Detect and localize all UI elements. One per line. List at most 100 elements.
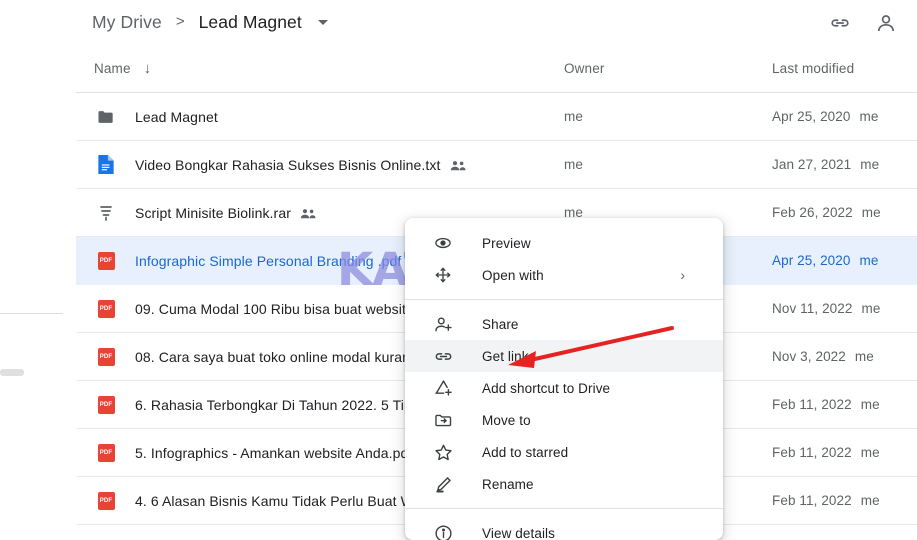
menu-item-label: Move to <box>482 412 531 428</box>
file-name-label: Video Bongkar Rahasia Sukses Bisnis Onli… <box>135 156 441 173</box>
cell-last-modified: Feb 11, 2022 me <box>772 493 917 508</box>
share-person-add-icon <box>432 313 454 335</box>
cell-owner: me <box>564 108 772 126</box>
pdf-icon: PDF <box>94 393 118 417</box>
breadcrumb-separator-icon: > <box>175 13 185 30</box>
breadcrumb-my-drive[interactable]: My Drive <box>85 9 169 36</box>
modified-group: Feb 11, 2022 me <box>772 445 917 460</box>
table-header-row: Name ↓ Owner Last modified <box>76 45 917 93</box>
column-label-modified: Last modified <box>772 60 855 76</box>
menu-item-rename[interactable]: Rename <box>405 468 723 500</box>
modified-date: Feb 11, 2022 <box>772 397 852 412</box>
modified-date: Feb 11, 2022 <box>772 445 852 460</box>
modified-group: Apr 25, 2020 me <box>772 109 917 124</box>
menu-item-label: Get link <box>482 348 529 364</box>
drive-file-list-screen: My Drive > Lead Magnet Name ↓ Owner Last… <box>0 0 917 540</box>
folder-icon <box>94 105 118 129</box>
menu-item-label: Add to starred <box>482 444 569 460</box>
menu-item-label: Preview <box>482 235 531 251</box>
column-label-name: Name <box>94 61 131 76</box>
header-bar: My Drive > Lead Magnet <box>0 0 917 45</box>
breadcrumb: My Drive > Lead Magnet <box>85 0 328 45</box>
menu-item-label: View details <box>482 525 555 540</box>
menu-separator <box>405 508 723 509</box>
sidebar-divider <box>0 313 63 314</box>
menu-item-move-to[interactable]: Move to <box>405 404 723 436</box>
cell-last-modified: Apr 25, 2020 me <box>772 253 917 268</box>
star-icon <box>432 441 454 463</box>
get-link-icon <box>432 345 454 367</box>
pdf-icon: PDF <box>94 345 118 369</box>
account-icon[interactable] <box>873 10 899 36</box>
column-header-modified[interactable]: Last modified <box>772 60 917 78</box>
menu-separator <box>405 299 723 300</box>
modified-date: Feb 26, 2022 <box>772 205 853 220</box>
modified-date: Feb 11, 2022 <box>772 493 852 508</box>
modified-group: Nov 11, 2022 me <box>772 301 917 316</box>
sidebar-scrollbar[interactable] <box>0 369 24 376</box>
modified-by: me <box>860 397 880 412</box>
preview-eye-icon <box>432 232 454 254</box>
modified-by: me <box>854 349 874 364</box>
link-icon[interactable] <box>827 10 853 36</box>
table-row[interactable]: Video Bongkar Rahasia Sukses Bisnis Onli… <box>76 141 917 189</box>
file-name-label: 08. Cara saya buat toko online modal kur… <box>135 348 430 365</box>
open-with-icon <box>432 264 454 286</box>
modified-by: me <box>861 205 881 220</box>
sort-descending-icon[interactable]: ↓ <box>144 61 152 76</box>
column-header-owner[interactable]: Owner <box>564 60 772 78</box>
file-name-label: Lead Magnet <box>135 108 218 125</box>
owner-label: me <box>564 156 583 172</box>
modified-date: Jan 27, 2021 <box>772 157 852 172</box>
left-rail-edge <box>0 0 1 540</box>
pdf-icon: PDF <box>94 249 118 273</box>
cell-last-modified: Jan 27, 2021 me <box>772 157 917 172</box>
file-name-label: Script Minisite Biolink.rar <box>135 204 291 221</box>
modified-group: Nov 3, 2022 me <box>772 349 917 364</box>
cell-last-modified: Feb 26, 2022 me <box>772 205 917 220</box>
modified-group: Apr 25, 2020 me <box>772 253 917 268</box>
modified-by: me <box>861 301 881 316</box>
modified-by: me <box>859 109 879 124</box>
chevron-down-icon[interactable] <box>317 20 328 25</box>
menu-item-add-shortcut-to-drive[interactable]: Add shortcut to Drive <box>405 372 723 404</box>
cell-name: Lead Magnet <box>76 105 564 129</box>
file-name-label: Infographic Simple Personal Branding .pd… <box>135 252 402 269</box>
menu-item-get-link[interactable]: Get link <box>405 340 723 372</box>
cell-last-modified: Nov 11, 2022 me <box>772 301 917 316</box>
modified-date: Apr 25, 2020 <box>772 253 851 268</box>
archive-icon <box>94 201 118 225</box>
cell-last-modified: Apr 25, 2020 me <box>772 109 917 124</box>
menu-item-share[interactable]: Share <box>405 308 723 340</box>
modified-group: Jan 27, 2021 me <box>772 157 917 172</box>
cell-last-modified: Feb 11, 2022 me <box>772 445 917 460</box>
cell-owner: me <box>564 156 772 174</box>
modified-group: Feb 11, 2022 me <box>772 493 917 508</box>
view-details-info-icon <box>432 522 454 540</box>
column-header-name[interactable]: Name ↓ <box>76 61 564 76</box>
owner-label: me <box>564 108 583 124</box>
menu-item-add-to-starred[interactable]: Add to starred <box>405 436 723 468</box>
menu-item-open-with[interactable]: Open with › <box>405 259 723 291</box>
shared-people-icon <box>450 160 467 172</box>
cell-last-modified: Nov 3, 2022 me <box>772 349 917 364</box>
document-icon <box>94 153 118 177</box>
file-name-label: 5. Infographics - Amankan website Anda.p… <box>135 444 413 461</box>
menu-item-label: Share <box>482 316 519 332</box>
pdf-icon: PDF <box>94 489 118 513</box>
table-row[interactable]: Lead Magnet me Apr 25, 2020 me <box>76 93 917 141</box>
modified-group: Feb 11, 2022 me <box>772 397 917 412</box>
cell-last-modified: Feb 11, 2022 me <box>772 397 917 412</box>
breadcrumb-current-folder[interactable]: Lead Magnet <box>192 9 309 36</box>
menu-item-label: Add shortcut to Drive <box>482 380 611 396</box>
menu-item-label: Rename <box>482 476 534 492</box>
menu-item-preview[interactable]: Preview <box>405 227 723 259</box>
modified-by: me <box>860 493 880 508</box>
file-name-label: 4. 6 Alasan Bisnis Kamu Tidak Perlu Buat… <box>135 492 430 509</box>
move-to-folder-icon <box>432 409 454 431</box>
chevron-right-icon: › <box>680 267 685 283</box>
modified-by: me <box>860 157 880 172</box>
column-label-owner: Owner <box>564 60 605 76</box>
menu-item-view-details[interactable]: View details <box>405 517 723 540</box>
modified-date: Nov 11, 2022 <box>772 301 853 316</box>
